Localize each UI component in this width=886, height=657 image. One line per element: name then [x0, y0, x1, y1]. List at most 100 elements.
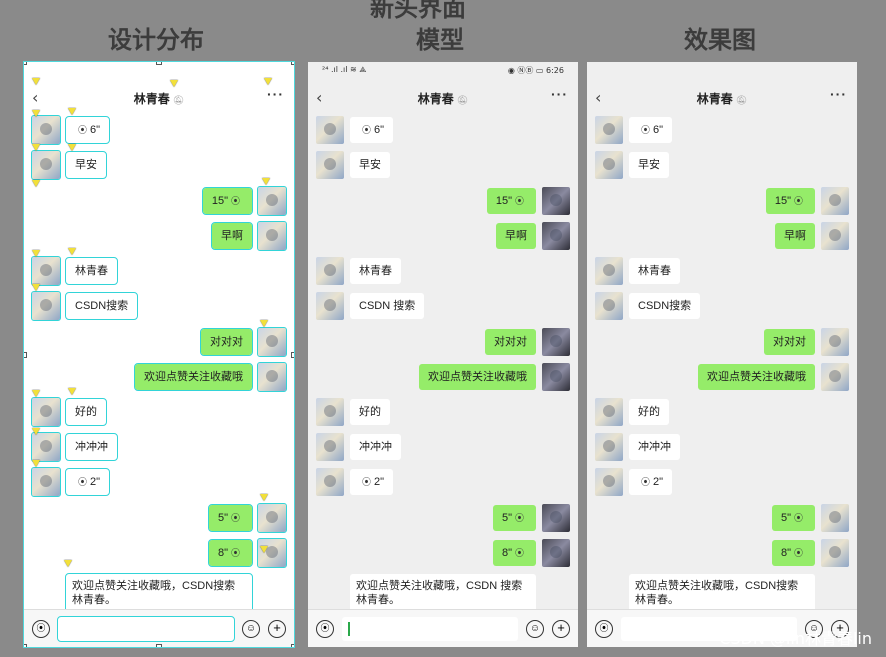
avatar[interactable]: [595, 468, 623, 496]
message-bubble[interactable]: ⦿ 6": [350, 117, 394, 143]
message-bubble[interactable]: ⦿ 2": [64, 468, 111, 496]
message-bubble[interactable]: ⦿ 6": [64, 116, 111, 144]
message-bubble[interactable]: 5" ⦿: [492, 505, 536, 531]
more-button[interactable]: ···: [267, 86, 284, 102]
avatar[interactable]: [31, 291, 61, 321]
more-button[interactable]: ···: [551, 86, 568, 102]
avatar[interactable]: [257, 327, 287, 357]
message-bubble[interactable]: 欢迎点赞关注收藏哦: [698, 364, 815, 390]
message-bubble[interactable]: 早安: [629, 152, 669, 178]
resize-handle[interactable]: [291, 351, 294, 358]
message-bubble[interactable]: 早啊: [211, 222, 253, 250]
resize-handle[interactable]: [291, 62, 294, 65]
voice-icon[interactable]: ⦿: [595, 620, 613, 638]
message-bubble[interactable]: CSDN 搜索: [350, 293, 425, 319]
emoji-icon[interactable]: ☺: [242, 620, 260, 638]
avatar[interactable]: [31, 432, 61, 462]
message-input[interactable]: [57, 616, 235, 642]
avatar[interactable]: [595, 257, 623, 285]
plus-icon[interactable]: +: [268, 620, 286, 638]
message-bubble[interactable]: 15" ⦿: [765, 188, 815, 214]
message-bubble[interactable]: 5" ⦿: [207, 504, 254, 532]
avatar[interactable]: [257, 186, 287, 216]
avatar[interactable]: [316, 151, 344, 179]
avatar[interactable]: [31, 397, 61, 427]
avatar[interactable]: [316, 292, 344, 320]
avatar[interactable]: [821, 363, 849, 391]
message-bubble[interactable]: 林青春: [350, 258, 401, 284]
avatar[interactable]: [821, 222, 849, 250]
avatar[interactable]: [257, 362, 287, 392]
message-bubble[interactable]: 8" ⦿: [771, 540, 815, 566]
avatar[interactable]: [595, 398, 623, 426]
long-message-bubble[interactable]: 欢迎点赞关注收藏哦，CSDN搜索林青春。: [65, 573, 253, 613]
message-input[interactable]: [342, 617, 518, 641]
message-bubble[interactable]: 8" ⦿: [207, 539, 254, 567]
avatar[interactable]: [821, 539, 849, 567]
avatar[interactable]: [595, 292, 623, 320]
avatar[interactable]: [257, 221, 287, 251]
avatar[interactable]: [821, 187, 849, 215]
avatar[interactable]: [316, 433, 344, 461]
long-message-bubble[interactable]: 欢迎点赞关注收藏哦，CSDN搜索林青春。: [629, 574, 815, 612]
message-bubble[interactable]: 好的: [65, 398, 107, 426]
resize-handle[interactable]: [156, 644, 162, 647]
avatar[interactable]: [31, 115, 61, 145]
message-bubble[interactable]: 冲冲冲: [350, 434, 401, 460]
avatar[interactable]: [31, 150, 61, 180]
message-bubble[interactable]: 欢迎点赞关注收藏哦: [419, 364, 536, 390]
message-bubble[interactable]: CSDN搜索: [629, 293, 701, 319]
avatar[interactable]: [595, 151, 623, 179]
message-bubble[interactable]: 对对对: [485, 329, 536, 355]
resize-handle[interactable]: [24, 351, 27, 358]
long-message-bubble[interactable]: 欢迎点赞关注收藏哦，CSDN 搜索林青春。: [350, 574, 536, 612]
message-bubble[interactable]: 15" ⦿: [486, 188, 536, 214]
avatar[interactable]: [316, 398, 344, 426]
avatar[interactable]: [542, 539, 570, 567]
message-bubble[interactable]: 5" ⦿: [771, 505, 815, 531]
avatar[interactable]: [542, 187, 570, 215]
message-bubble[interactable]: 好的: [629, 399, 669, 425]
message-bubble[interactable]: 8" ⦿: [492, 540, 536, 566]
avatar[interactable]: [542, 363, 570, 391]
resize-handle[interactable]: [156, 62, 162, 65]
emoji-icon[interactable]: ☺: [526, 620, 544, 638]
message-bubble[interactable]: 欢迎点赞关注收藏哦: [134, 363, 253, 391]
message-bubble[interactable]: 林青春: [629, 258, 680, 284]
avatar[interactable]: [257, 538, 287, 568]
avatar[interactable]: [821, 504, 849, 532]
avatar[interactable]: [257, 503, 287, 533]
more-button[interactable]: ···: [830, 86, 847, 102]
avatar[interactable]: [821, 328, 849, 356]
message-bubble[interactable]: CSDN搜索: [64, 292, 139, 320]
avatar[interactable]: [542, 504, 570, 532]
message-bubble[interactable]: ⦿ 2": [350, 469, 394, 495]
message-bubble[interactable]: 林青春: [65, 257, 118, 285]
voice-icon[interactable]: ⦿: [316, 620, 334, 638]
voice-icon[interactable]: ⦿: [32, 620, 50, 638]
message-bubble[interactable]: 冲冲冲: [629, 434, 680, 460]
resize-handle[interactable]: [24, 644, 27, 647]
message-bubble[interactable]: 早啊: [775, 223, 815, 249]
avatar[interactable]: [542, 328, 570, 356]
resize-handle[interactable]: [24, 62, 27, 65]
message-bubble[interactable]: 好的: [350, 399, 390, 425]
message-bubble[interactable]: ⦿ 6": [629, 117, 673, 143]
message-bubble[interactable]: 早安: [350, 152, 390, 178]
message-bubble[interactable]: 冲冲冲: [65, 433, 118, 461]
avatar[interactable]: [542, 222, 570, 250]
message-bubble[interactable]: 早安: [65, 151, 107, 179]
message-bubble[interactable]: 对对对: [764, 329, 815, 355]
plus-icon[interactable]: +: [552, 620, 570, 638]
message-bubble[interactable]: 15" ⦿: [201, 187, 254, 215]
avatar[interactable]: [31, 467, 61, 497]
message-bubble[interactable]: 对对对: [200, 328, 253, 356]
avatar[interactable]: [316, 468, 344, 496]
avatar[interactable]: [31, 256, 61, 286]
avatar[interactable]: [595, 116, 623, 144]
message-bubble[interactable]: 早啊: [496, 223, 536, 249]
avatar[interactable]: [595, 433, 623, 461]
message-bubble[interactable]: ⦿ 2": [629, 469, 673, 495]
avatar[interactable]: [316, 257, 344, 285]
avatar[interactable]: [316, 116, 344, 144]
